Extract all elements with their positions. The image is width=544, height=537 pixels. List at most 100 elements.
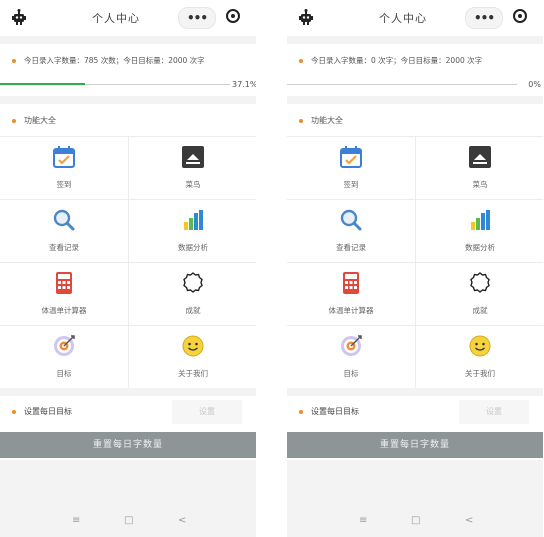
section-title: 功能大全 (12, 115, 56, 126)
feature-item[interactable]: 签到 (287, 136, 415, 199)
feature-item[interactable]: 菜鸟 (415, 136, 543, 199)
feature-label: 目标 (56, 369, 72, 378)
section-divider (287, 96, 543, 104)
page-title: 个人中心 (92, 12, 140, 25)
progress-bar (0, 83, 230, 85)
bullet-dot (299, 118, 303, 123)
magnifier-icon (52, 208, 76, 232)
top-bar: 个人中心 ••• (0, 0, 256, 36)
feature-label: 体温单计算器 (328, 306, 374, 315)
feature-label: 关于我们 (465, 369, 495, 378)
goal-label: 设置每日目标 (311, 407, 359, 416)
feature-label: 成就 (185, 306, 201, 315)
more-menu-button[interactable]: ••• (465, 7, 503, 29)
back-nav-button[interactable]: < (178, 515, 186, 526)
section-divider (0, 96, 256, 104)
progress-bar (287, 84, 517, 85)
section-divider (287, 388, 543, 396)
smile-icon (468, 334, 492, 358)
bullet-dot (299, 409, 303, 414)
section-divider (0, 36, 256, 44)
feature-item[interactable]: 目标 (0, 325, 128, 388)
goal-label: 设置每日目标 (24, 407, 72, 416)
feature-item[interactable]: 成就 (128, 262, 256, 325)
target-icon (52, 334, 76, 358)
phone-screen-right: 个人中心 ••• 今日录入字数量：0 次字；今日目标量：2000 次字 0% 功能大全签… (287, 0, 543, 537)
feature-label: 查看记录 (49, 243, 79, 252)
badge-icon (468, 271, 492, 295)
feature-item[interactable]: 成就 (415, 262, 543, 325)
feature-label: 查看记录 (336, 243, 366, 252)
top-bar: 个人中心 ••• (287, 0, 543, 36)
feature-item[interactable]: 关于我们 (128, 325, 256, 388)
calculator-icon (52, 271, 76, 295)
section-title-label: 功能大全 (24, 116, 56, 125)
section-title: 功能大全 (299, 115, 343, 126)
tray-icon (468, 145, 492, 169)
bullet-dot (12, 118, 16, 123)
page-title: 个人中心 (379, 12, 427, 25)
target-icon (339, 334, 363, 358)
feature-item[interactable]: 签到 (0, 136, 128, 199)
reset-daily-count-button[interactable]: 重置每日字数量 (0, 432, 256, 458)
feature-item[interactable]: 数据分析 (128, 199, 256, 262)
bar-chart-icon (468, 208, 492, 232)
set-goal-button[interactable]: 设置 (172, 400, 242, 424)
section-title-label: 功能大全 (311, 116, 343, 125)
close-miniprogram-button[interactable] (513, 9, 527, 23)
feature-item[interactable]: 查看记录 (287, 199, 415, 262)
section-divider (287, 36, 543, 44)
robot-icon[interactable] (299, 9, 313, 25)
feature-label: 签到 (343, 180, 359, 189)
feature-item[interactable]: 菜鸟 (128, 136, 256, 199)
smile-icon (181, 334, 205, 358)
calculator-icon (339, 271, 363, 295)
feature-label: 菜鸟 (185, 180, 201, 189)
bullet-dot (299, 59, 303, 63)
feature-grid: 签到 菜鸟查看记录 数据分析体温单计算器 成就目标 关于我们 (0, 136, 256, 388)
robot-icon[interactable] (12, 9, 26, 25)
magnifier-icon (339, 208, 363, 232)
feature-label: 数据分析 (465, 243, 495, 252)
close-miniprogram-button[interactable] (226, 9, 240, 23)
feature-item[interactable]: 体温单计算器 (287, 262, 415, 325)
menu-nav-button[interactable]: ≡ (359, 515, 367, 526)
feature-label: 体温单计算器 (41, 306, 87, 315)
bullet-dot (12, 59, 16, 63)
progress-percent-label: 37.1% (232, 80, 256, 89)
home-nav-button[interactable]: □ (411, 515, 420, 526)
feature-grid: 签到 菜鸟查看记录 数据分析体温单计算器 成就目标 关于我们 (287, 136, 543, 388)
feature-item[interactable]: 查看记录 (0, 199, 128, 262)
feature-label: 成就 (472, 306, 488, 315)
badge-icon (181, 271, 205, 295)
section-divider (0, 388, 256, 396)
set-goal-button[interactable]: 设置 (459, 400, 529, 424)
calendar-check-icon (52, 145, 76, 169)
feature-label: 关于我们 (178, 369, 208, 378)
feature-item[interactable]: 体温单计算器 (0, 262, 128, 325)
daily-stats-text: 今日录入字数量：0 次字；今日目标量：2000 次字 (299, 55, 482, 66)
calendar-check-icon (339, 145, 363, 169)
progress-fill (0, 83, 86, 85)
daily-stats-text: 今日录入字数量：785 次数；今日目标量：2000 次字 (12, 55, 205, 66)
back-nav-button[interactable]: < (465, 515, 473, 526)
feature-item[interactable]: 关于我们 (415, 325, 543, 388)
feature-label: 签到 (56, 180, 72, 189)
daily-stats-label: 今日录入字数量：785 次数；今日目标量：2000 次字 (24, 56, 205, 65)
feature-label: 数据分析 (178, 243, 208, 252)
more-menu-button[interactable]: ••• (178, 7, 216, 29)
bullet-dot (12, 409, 16, 414)
feature-label: 菜鸟 (472, 180, 488, 189)
menu-nav-button[interactable]: ≡ (72, 515, 80, 526)
phone-screen-left: 个人中心 ••• 今日录入字数量：785 次数；今日目标量：2000 次字 37.1%… (0, 0, 256, 537)
feature-label: 目标 (343, 369, 359, 378)
reset-daily-count-button[interactable]: 重置每日字数量 (287, 432, 543, 458)
bar-chart-icon (181, 208, 205, 232)
tray-icon (181, 145, 205, 169)
feature-item[interactable]: 目标 (287, 325, 415, 388)
daily-goal-setting: 设置每日目标 (12, 406, 72, 417)
feature-item[interactable]: 数据分析 (415, 199, 543, 262)
progress-percent-label: 0% (528, 80, 541, 89)
home-nav-button[interactable]: □ (124, 515, 133, 526)
daily-goal-setting: 设置每日目标 (299, 406, 359, 417)
